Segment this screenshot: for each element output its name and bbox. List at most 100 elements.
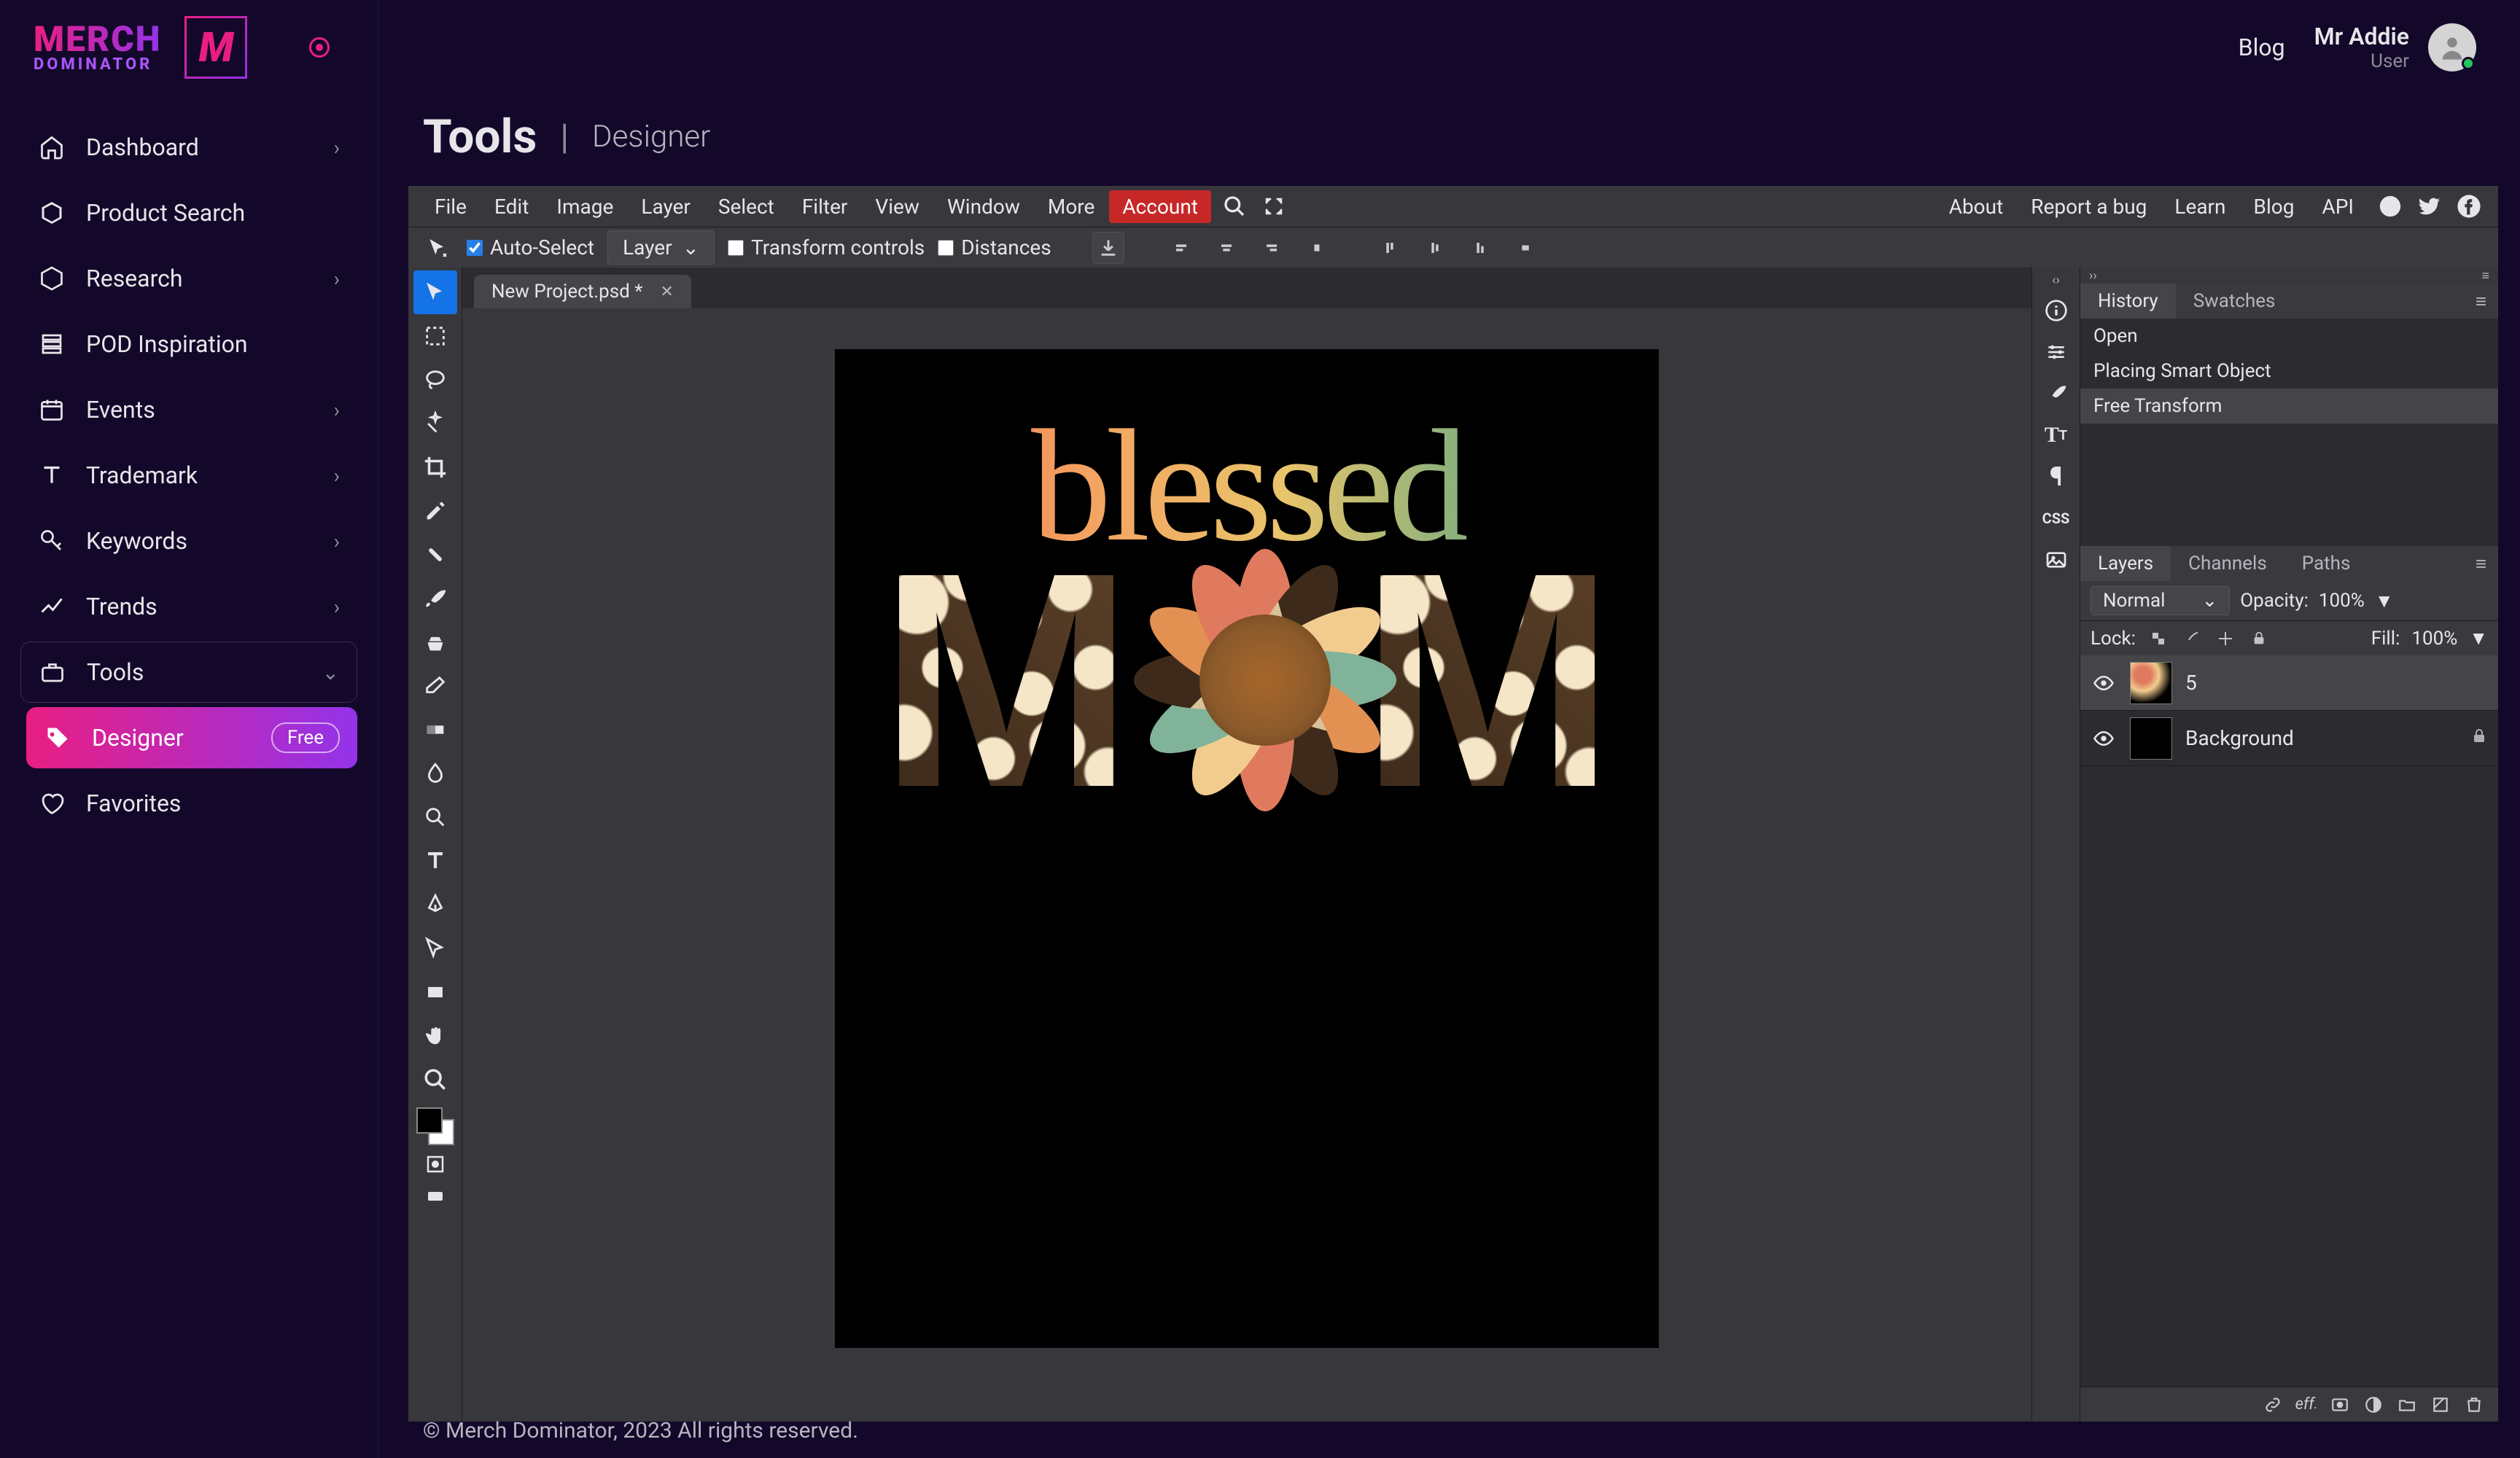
new-group-icon[interactable] [2396,1394,2418,1416]
new-layer-icon[interactable] [2430,1394,2451,1416]
nav-trademark[interactable]: Trademark › [20,445,357,506]
delete-layer-icon[interactable] [2463,1394,2485,1416]
reddit-icon[interactable] [2374,190,2406,222]
logo[interactable]: MERCH DOMINATOR M [0,0,378,95]
clone-stamp-tool[interactable] [413,620,457,664]
nav-pod-inspiration[interactable]: POD Inspiration [20,313,357,375]
search-icon[interactable] [1218,190,1251,222]
crop-tool[interactable] [413,445,457,489]
close-icon[interactable]: ✕ [660,283,673,301]
menu-blog[interactable]: Blog [2241,190,2308,223]
panel-menu-icon[interactable]: ≡ [2464,553,2498,575]
record-icon[interactable] [309,37,330,58]
type-tool[interactable] [413,839,457,883]
eyedropper-tool[interactable] [413,489,457,533]
tab-swatches[interactable]: Swatches [2176,284,2293,319]
nav-keywords[interactable]: Keywords › [20,510,357,572]
blend-mode-select[interactable]: Normal⌄ [2091,586,2230,615]
nav-research[interactable]: Research › [20,248,357,309]
dock-paragraph-icon[interactable]: ¶ [2037,458,2075,496]
align-right-icon[interactable] [1256,232,1288,264]
dock-css-icon[interactable]: CSS [2037,499,2075,537]
tab-paths[interactable]: Paths [2284,546,2368,581]
move-tool[interactable] [413,270,457,314]
marquee-tool[interactable] [413,314,457,358]
layer-select[interactable]: Layer⌄ [607,230,715,265]
dock-adjust-icon[interactable] [2037,333,2075,371]
keyboard-tool[interactable] [413,1180,457,1212]
distribute-h-icon[interactable] [1301,232,1333,264]
layer-thumbnail[interactable] [2130,662,2172,704]
menu-more[interactable]: More [1035,190,1108,223]
lock-transparency-icon[interactable] [2147,628,2169,650]
color-swatches[interactable] [413,1104,457,1148]
nav-trends[interactable]: Trends › [20,576,357,637]
twitter-icon[interactable] [2414,190,2446,222]
dock-image-icon[interactable] [2037,541,2075,579]
history-item[interactable]: Open [2080,319,2498,354]
path-select-tool[interactable] [413,927,457,970]
pen-tool[interactable] [413,883,457,927]
user-menu[interactable]: Mr Addie User [2314,23,2476,72]
nav-product-search[interactable]: Product Search [20,182,357,243]
menu-window[interactable]: Window [934,190,1033,223]
history-item[interactable]: Placing Smart Object [2080,354,2498,389]
eraser-tool[interactable] [413,664,457,708]
fill-value[interactable]: 100% [2411,628,2457,650]
distribute-v-icon[interactable] [1509,232,1541,264]
opacity-value[interactable]: 100% [2319,590,2365,612]
dock-toggle-left[interactable]: ‹› [2032,272,2080,288]
layer-row[interactable]: Background [2080,711,2498,766]
adjustment-layer-icon[interactable] [2362,1394,2384,1416]
facebook-icon[interactable] [2453,190,2485,222]
tab-history[interactable]: History [2080,284,2176,319]
dropdown-icon[interactable]: ▼ [2469,627,2488,650]
align-left-icon[interactable] [1165,232,1197,264]
dodge-tool[interactable] [413,795,457,839]
dock-toggle-right[interactable]: ›› [2089,268,2097,284]
brush-tool[interactable] [413,577,457,620]
align-vcenter-icon[interactable] [1419,232,1451,264]
dropdown-icon[interactable]: ▼ [2375,590,2394,612]
layer-effects-icon[interactable]: eff. [2295,1394,2317,1416]
layer-name[interactable]: 5 [2185,671,2197,695]
menu-edit[interactable]: Edit [481,190,542,223]
magic-wand-tool[interactable] [413,402,457,445]
nav-favorites[interactable]: Favorites [20,773,357,834]
menu-image[interactable]: Image [543,190,626,223]
lasso-tool[interactable] [413,358,457,402]
dock-character-icon[interactable]: TT [2037,416,2075,454]
download-icon[interactable] [1092,232,1124,264]
menu-about[interactable]: About [1936,190,2017,223]
tab-channels[interactable]: Channels [2171,546,2284,581]
layer-thumbnail[interactable] [2130,717,2172,760]
nav-designer[interactable]: Designer Free [26,707,357,768]
shape-tool[interactable] [413,970,457,1014]
dock-brush-icon[interactable] [2037,375,2075,413]
avatar[interactable] [2428,23,2476,71]
document-tab[interactable]: New Project.psd * ✕ [474,275,691,308]
blur-tool[interactable] [413,752,457,795]
panel-menu-icon[interactable]: ≡ [2481,268,2489,284]
menu-learn[interactable]: Learn [2161,190,2239,223]
lock-pixels-icon[interactable] [2181,628,2203,650]
hand-tool[interactable] [413,1014,457,1058]
nav-dashboard[interactable]: Dashboard › [20,117,357,178]
menu-select[interactable]: Select [705,190,788,223]
menu-account[interactable]: Account [1109,190,1211,223]
menu-file[interactable]: File [421,190,480,223]
quick-mask-tool[interactable] [413,1148,457,1180]
align-bottom-icon[interactable] [1464,232,1496,264]
visibility-icon[interactable] [2091,725,2117,752]
layer-name[interactable]: Background [2185,726,2294,750]
visibility-icon[interactable] [2091,670,2117,696]
layer-row[interactable]: 5 [2080,655,2498,711]
nav-tools[interactable]: Tools ⌄ [20,642,357,703]
lock-position-icon[interactable] [2214,628,2236,650]
healing-tool[interactable] [413,533,457,577]
lock-all-icon[interactable] [2248,628,2270,650]
transform-controls-checkbox[interactable]: Transform controls [728,235,925,260]
distances-checkbox[interactable]: Distances [938,235,1051,260]
menu-report-bug[interactable]: Report a bug [2018,190,2160,223]
blog-link[interactable]: Blog [2239,34,2285,61]
